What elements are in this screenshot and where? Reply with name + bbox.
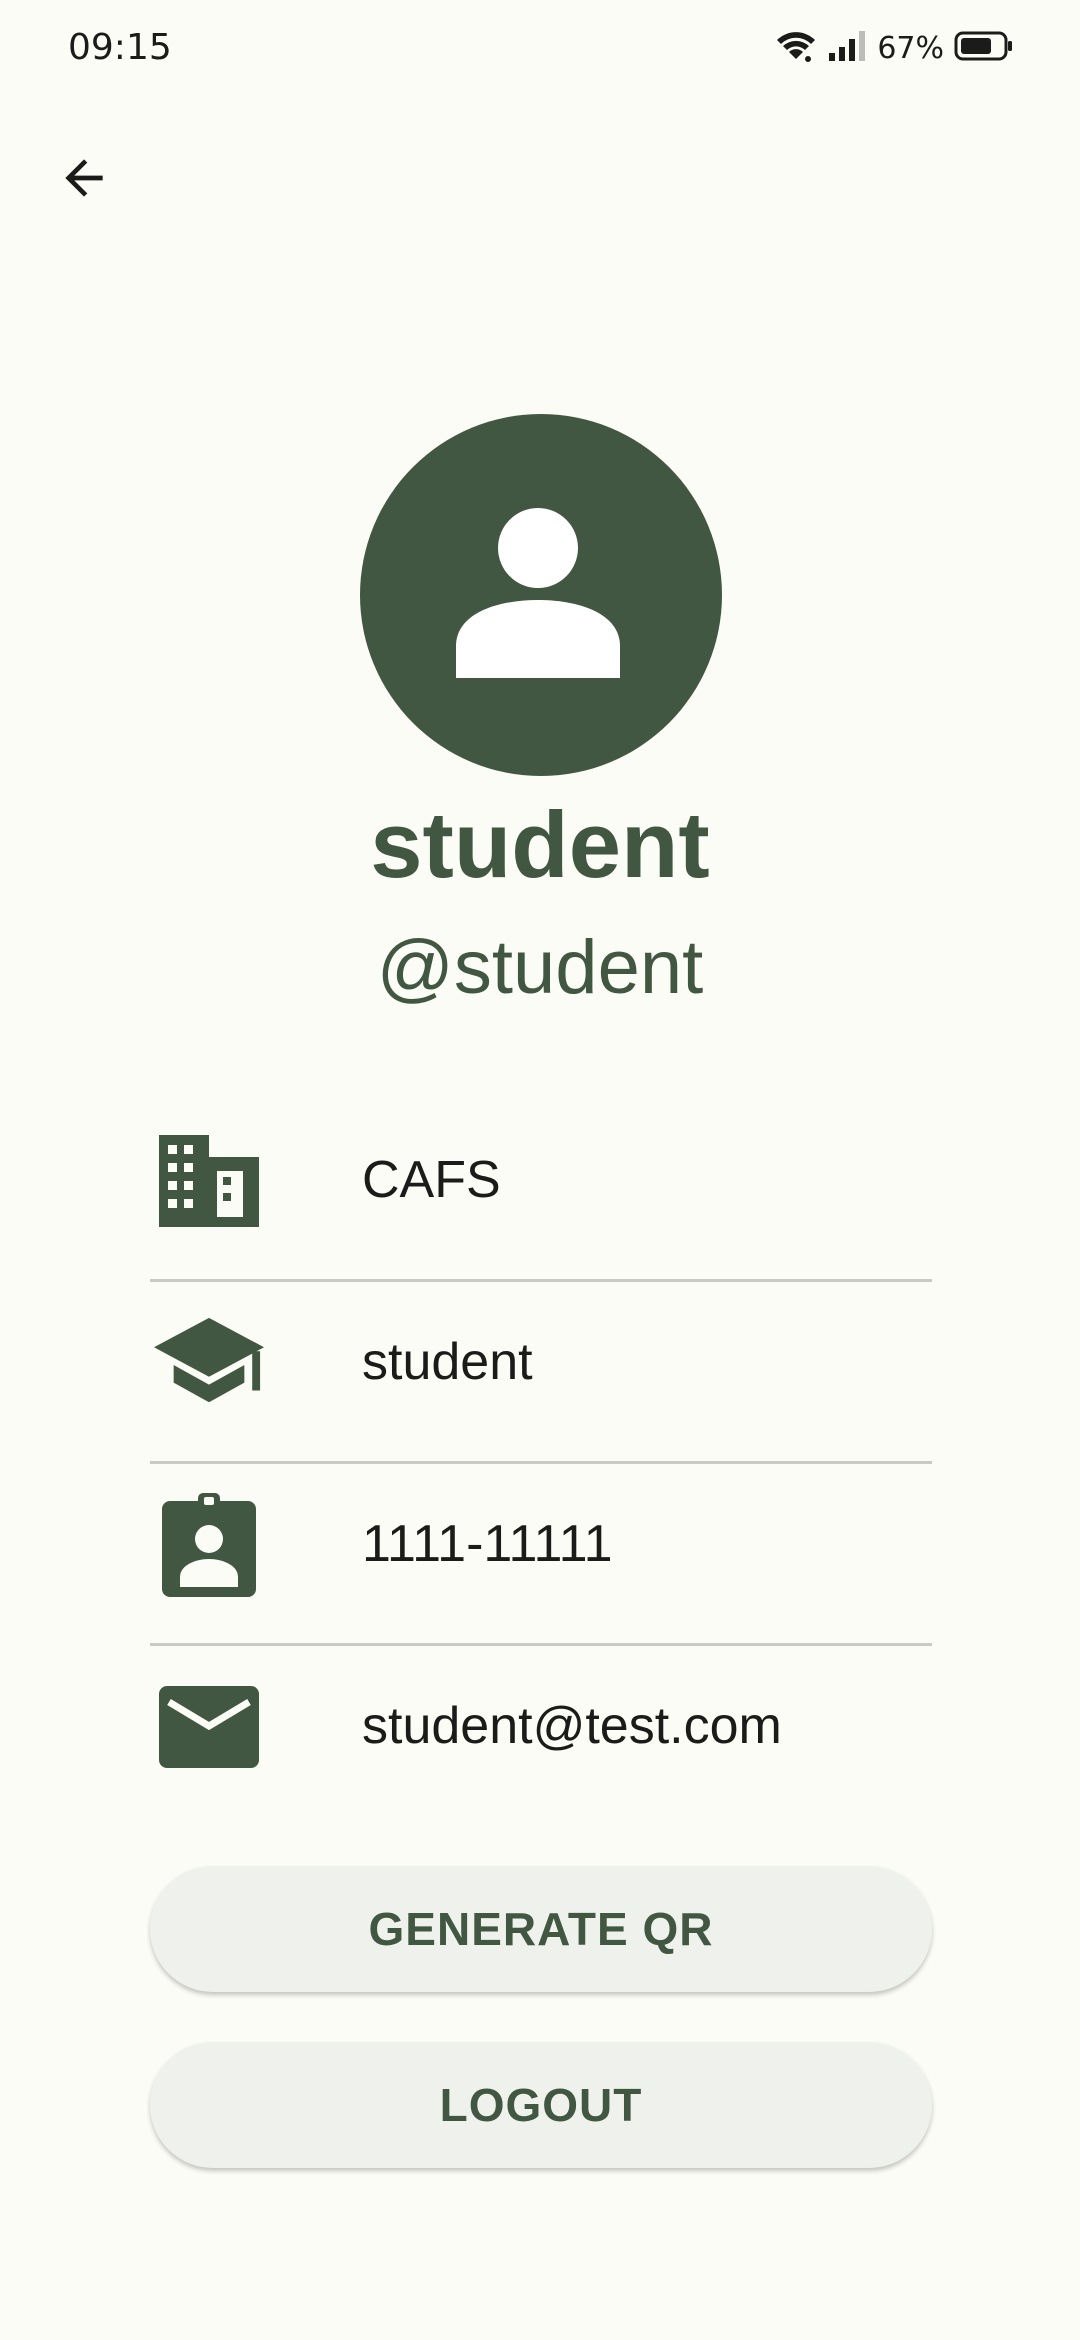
info-row-role: student [150, 1282, 932, 1464]
building-icon [154, 1126, 264, 1236]
mail-icon [154, 1672, 264, 1782]
signal-icon [827, 29, 867, 68]
badge-icon [154, 1490, 264, 1600]
email-text: student@test.com [362, 1697, 782, 1755]
info-row-email: student@test.com [150, 1646, 932, 1828]
person-icon [456, 507, 626, 683]
department-text: CAFS [362, 1151, 501, 1209]
status-time: 09:15 [68, 27, 172, 68]
id-number-text: 1111-11111 [362, 1515, 613, 1573]
info-row-department: CAFS [150, 1100, 932, 1282]
status-icons: 67% [775, 26, 1014, 70]
battery-icon [954, 30, 1014, 67]
wifi-icon [775, 29, 817, 68]
back-button[interactable] [44, 140, 124, 220]
info-row-id: 1111-11111 [150, 1464, 932, 1646]
graduation-cap-icon [154, 1308, 264, 1418]
profile-handle: @student [376, 925, 704, 1010]
profile-name: student [370, 792, 710, 897]
status-bar: 09:15 67% [0, 0, 1080, 100]
battery-percent: 67% [877, 30, 944, 66]
avatar [360, 414, 722, 776]
arrow-back-icon [56, 150, 112, 211]
logout-button[interactable]: LOGOUT [150, 2042, 932, 2168]
role-text: student [362, 1333, 533, 1391]
profile-info-list: CAFS student 1111-11111 student@test.com [150, 1100, 932, 1828]
generate-qr-button[interactable]: GENERATE QR [150, 1866, 932, 1992]
